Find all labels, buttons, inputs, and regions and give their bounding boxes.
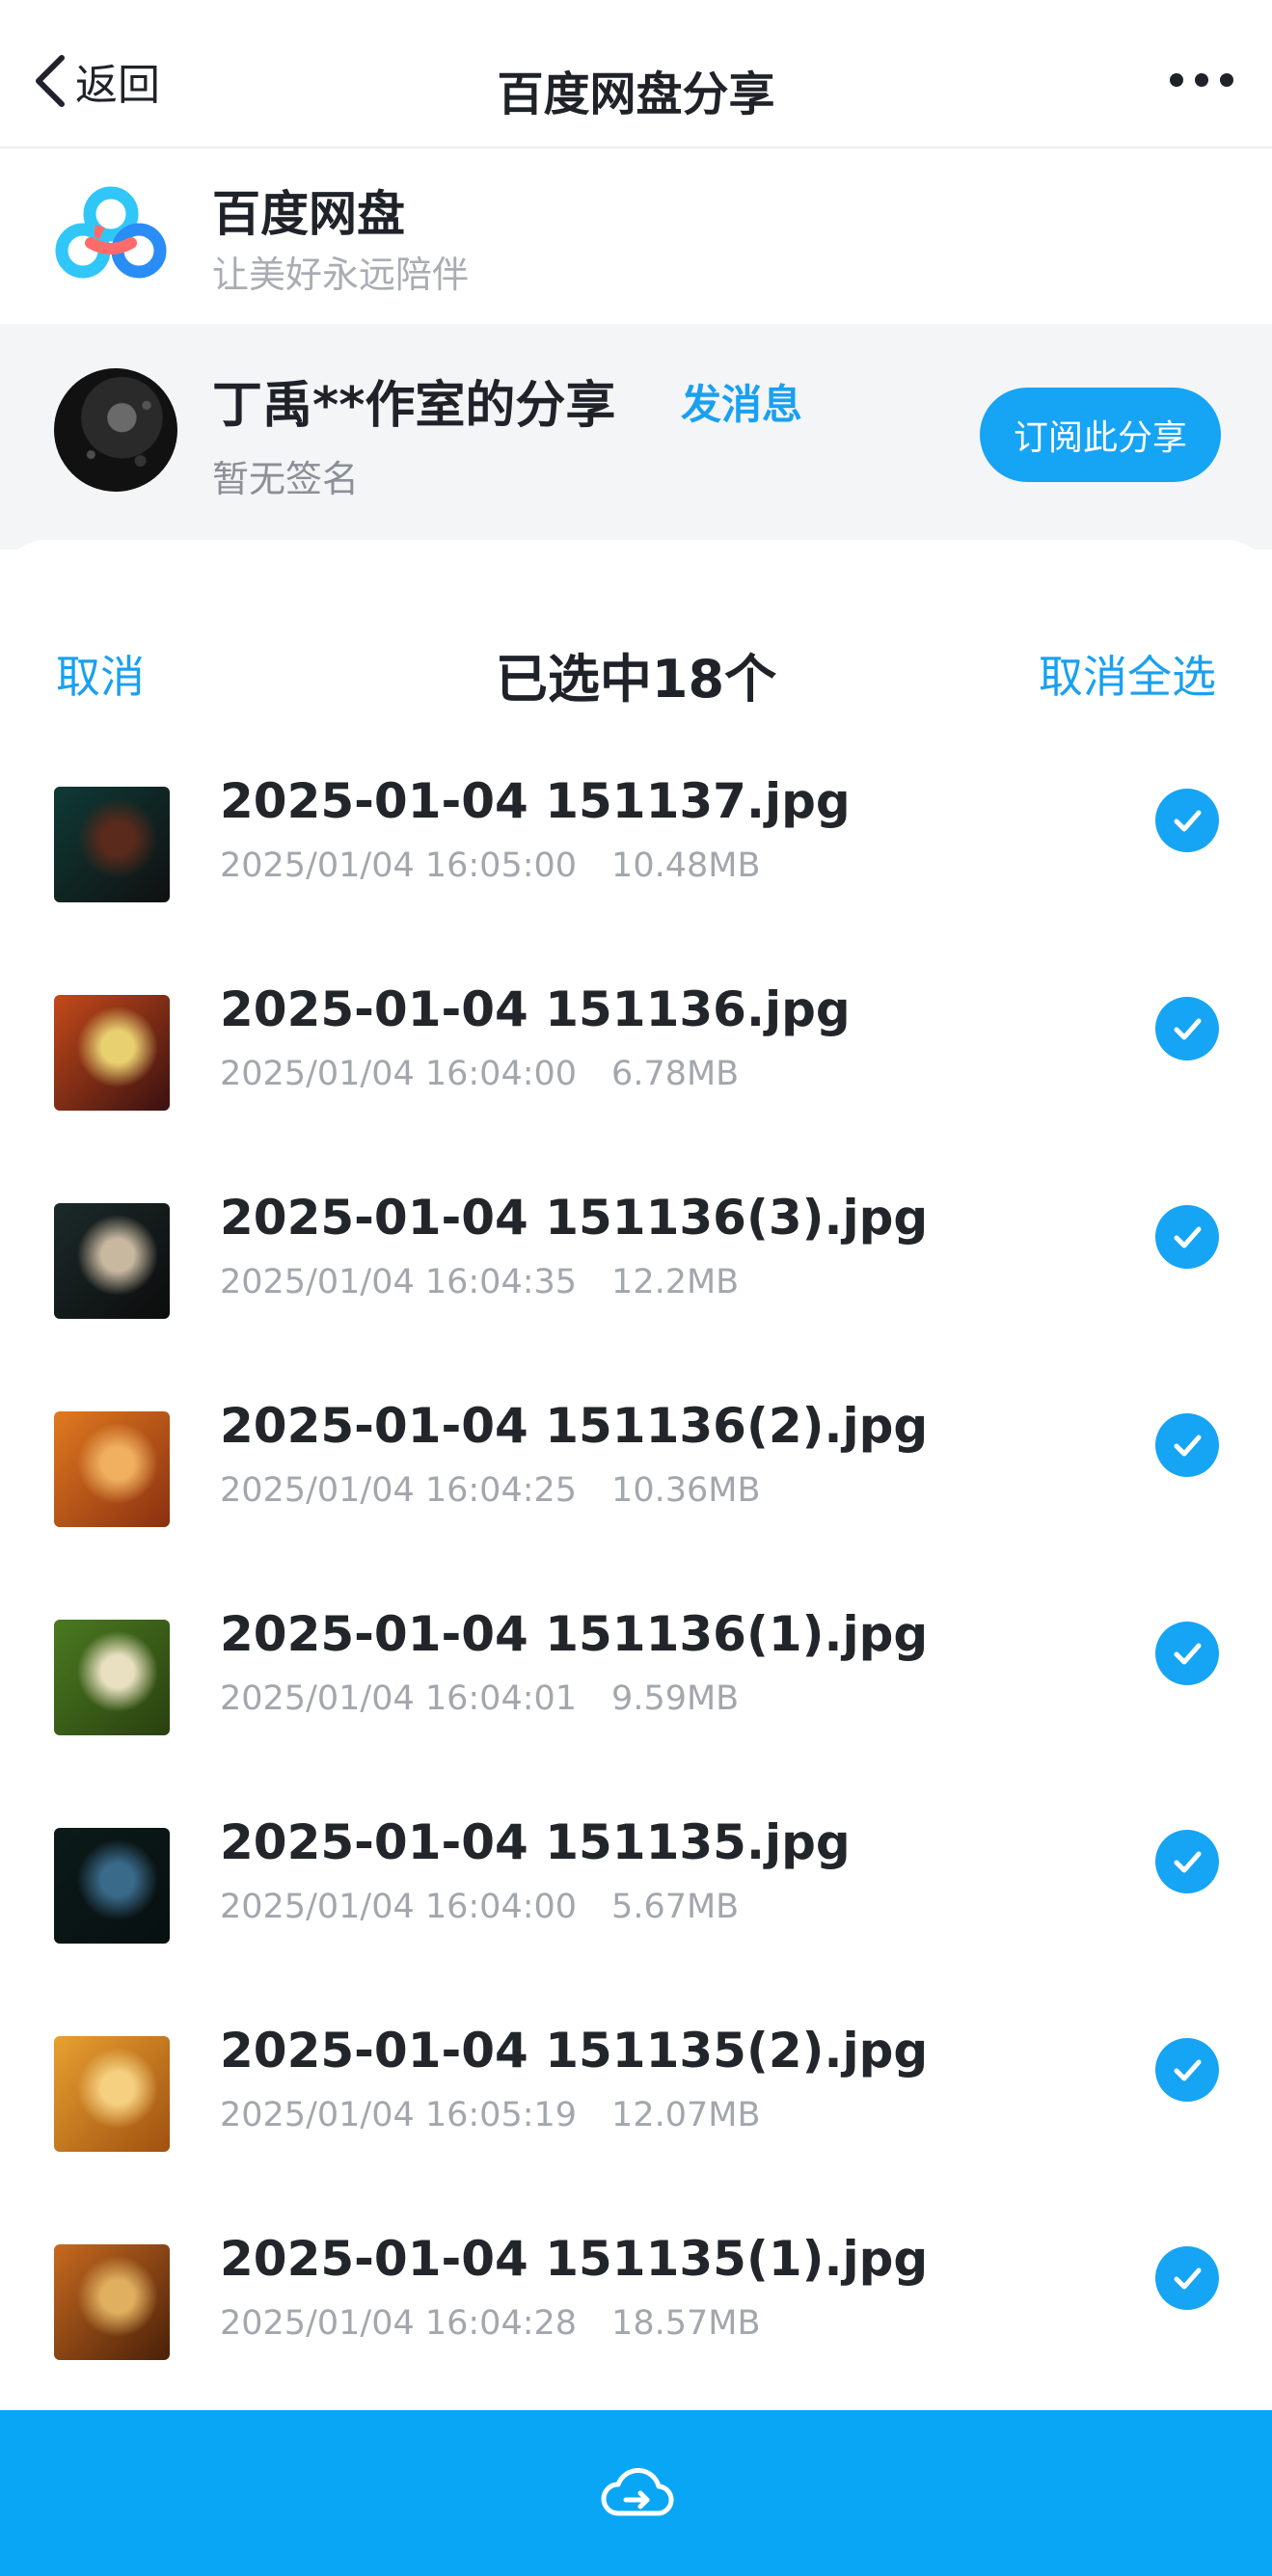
check-icon[interactable]	[1155, 789, 1219, 852]
send-message-link[interactable]: 发消息	[681, 372, 802, 431]
check-icon[interactable]	[1155, 2038, 1219, 2102]
file-name: 2025-01-04 151136(3).jpg	[220, 1190, 929, 1246]
baidu-netdisk-logo-icon	[55, 186, 167, 279]
deselect-all-button[interactable]: 取消全选	[1039, 642, 1216, 706]
file-thumbnail	[54, 1828, 170, 1944]
check-icon[interactable]	[1155, 1622, 1219, 1685]
file-date: 2025/01/04 16:04:35	[220, 1263, 578, 1301]
file-row[interactable]: 2025-01-04 151135(2).jpg 2025/01/04 16:0…	[0, 2023, 1272, 2231]
file-date: 2025/01/04 16:04:00	[220, 1055, 578, 1093]
file-thumbnail	[54, 1411, 170, 1527]
file-thumbnail	[54, 2036, 170, 2152]
file-name: 2025-01-04 151136(2).jpg	[220, 1398, 929, 1454]
cancel-button[interactable]: 取消	[56, 642, 145, 706]
file-row[interactable]: 2025-01-04 151136(2).jpg 2025/01/04 16:0…	[0, 1398, 1272, 1606]
app-name: 百度网盘	[212, 186, 405, 242]
sharer-name: 丁禹**作室的分享	[212, 377, 616, 435]
file-meta: 2025/01/04 16:04:25 10.36MB	[220, 1471, 760, 1510]
file-name: 2025-01-04 151137.jpg	[220, 773, 851, 829]
file-date: 2025/01/04 16:04:28	[220, 2304, 578, 2343]
file-date: 2025/01/04 16:04:00	[220, 1888, 578, 1926]
file-name: 2025-01-04 151136(1).jpg	[220, 1606, 929, 1662]
avatar[interactable]	[54, 368, 177, 492]
file-row[interactable]: 2025-01-04 151136(1).jpg 2025/01/04 16:0…	[0, 1606, 1272, 1814]
file-date: 2025/01/04 16:04:25	[220, 1471, 578, 1510]
file-name: 2025-01-04 151135.jpg	[220, 1814, 851, 1870]
file-meta: 2025/01/04 16:04:35 12.2MB	[220, 1263, 739, 1301]
subscribe-button[interactable]: 订阅此分享	[980, 388, 1221, 482]
app-banner[interactable]: 百度网盘 让美好永远陪伴	[0, 148, 1272, 324]
file-row[interactable]: 2025-01-04 151135(1).jpg 2025/01/04 16:0…	[0, 2231, 1272, 2439]
file-meta: 2025/01/04 16:04:00 5.67MB	[220, 1888, 739, 1926]
file-selection-sheet: 取消 已选中18个 取消全选 2025-01-04 151137.jpg 202…	[0, 540, 1272, 2576]
file-date: 2025/01/04 16:05:00	[220, 846, 578, 885]
file-thumbnail	[54, 787, 170, 902]
file-meta: 2025/01/04 16:04:00 6.78MB	[220, 1055, 739, 1093]
sharer-info: 丁禹**作室的分享 发消息 暂无签名 订阅此分享	[0, 324, 1272, 550]
file-thumbnail	[54, 2244, 170, 2360]
file-size: 10.36MB	[611, 1471, 761, 1510]
file-name: 2025-01-04 151135(1).jpg	[220, 2231, 929, 2287]
file-meta: 2025/01/04 16:05:19 12.07MB	[220, 2096, 760, 2134]
check-icon[interactable]	[1155, 1205, 1219, 1269]
page-title: 百度网盘分享	[497, 67, 775, 121]
check-icon[interactable]	[1155, 1830, 1219, 1893]
file-thumbnail	[54, 1203, 170, 1319]
file-row[interactable]: 2025-01-04 151137.jpg 2025/01/04 16:05:0…	[0, 773, 1272, 981]
file-size: 12.07MB	[611, 2096, 761, 2134]
file-meta: 2025/01/04 16:04:28 18.57MB	[220, 2304, 760, 2343]
save-to-netdisk-button[interactable]	[0, 2410, 1272, 2576]
file-date: 2025/01/04 16:04:01	[220, 1679, 578, 1718]
more-dots-icon[interactable]	[1170, 73, 1233, 87]
file-size: 10.48MB	[611, 846, 761, 885]
top-nav-bar: 返回 百度网盘分享	[0, 0, 1272, 148]
file-thumbnail	[54, 1620, 170, 1735]
app-slogan: 让美好永远陪伴	[212, 254, 470, 296]
check-icon[interactable]	[1155, 2246, 1219, 2310]
file-thumbnail	[54, 995, 170, 1111]
file-row[interactable]: 2025-01-04 151136(3).jpg 2025/01/04 16:0…	[0, 1190, 1272, 1398]
file-name: 2025-01-04 151136.jpg	[220, 981, 851, 1037]
file-size: 6.78MB	[611, 1055, 740, 1093]
file-size: 5.67MB	[611, 1888, 740, 1926]
cloud-upload-icon	[601, 2467, 674, 2516]
file-size: 18.57MB	[611, 2304, 761, 2343]
file-date: 2025/01/04 16:05:19	[220, 2096, 578, 2134]
file-meta: 2025/01/04 16:04:01 9.59MB	[220, 1679, 739, 1718]
sharer-signature: 暂无签名	[212, 458, 360, 500]
file-row[interactable]: 2025-01-04 151136.jpg 2025/01/04 16:04:0…	[0, 981, 1272, 1190]
file-name: 2025-01-04 151135(2).jpg	[220, 2023, 929, 2079]
check-icon[interactable]	[1155, 997, 1219, 1060]
selection-header: 取消 已选中18个 取消全选	[0, 540, 1272, 713]
file-row[interactable]: 2025-01-04 151135.jpg 2025/01/04 16:04:0…	[0, 1814, 1272, 2023]
file-meta: 2025/01/04 16:05:00 10.48MB	[220, 846, 760, 885]
check-icon[interactable]	[1155, 1413, 1219, 1477]
file-size: 9.59MB	[611, 1679, 740, 1718]
file-size: 12.2MB	[611, 1263, 740, 1301]
